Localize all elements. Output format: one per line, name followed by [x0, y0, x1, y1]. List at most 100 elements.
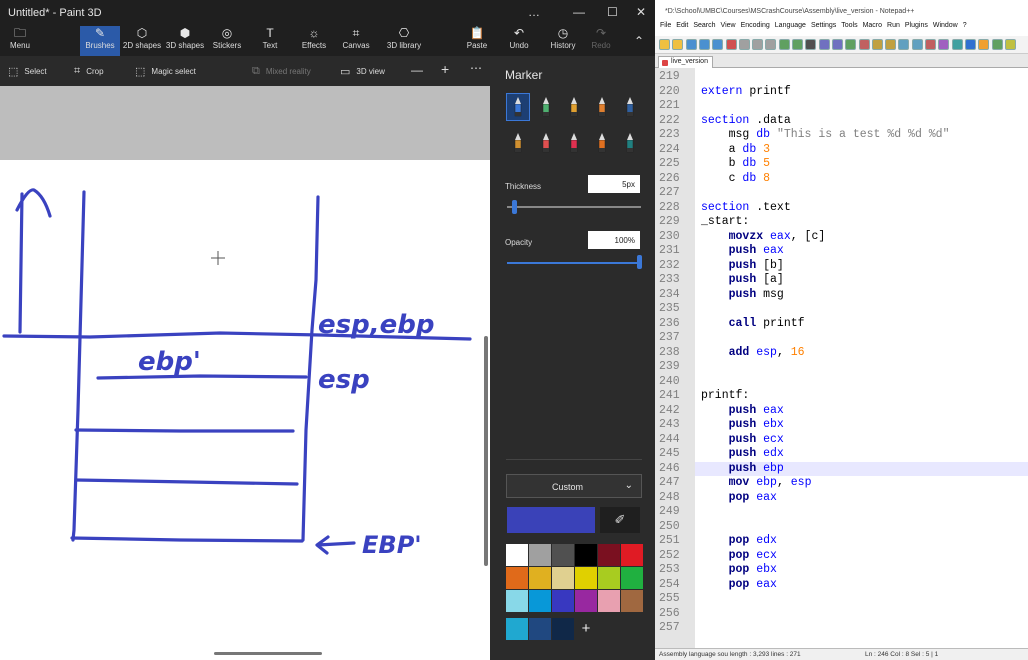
palette-color-swatch[interactable]	[621, 590, 643, 612]
menu-search[interactable]: Search	[693, 22, 715, 29]
npp-toolbar-button[interactable]	[738, 39, 750, 50]
palette-color-swatch[interactable]	[506, 567, 528, 589]
npp-toolbar-button[interactable]	[818, 39, 830, 50]
palette-color-swatch[interactable]	[529, 544, 551, 566]
minimize-button[interactable]: —	[573, 5, 585, 19]
pixel-pen-icon[interactable]	[618, 93, 642, 121]
code-line[interactable]: printf:	[701, 389, 749, 404]
zoom-out-button[interactable]: —	[411, 63, 423, 77]
npp-toolbar-button[interactable]	[672, 39, 684, 50]
palette-color-swatch[interactable]	[598, 567, 620, 589]
code-line[interactable]: push [a]	[701, 273, 784, 288]
npp-toolbar-button[interactable]	[938, 39, 950, 50]
ribbon-menu-button[interactable]: 🗀 Menu	[4, 26, 36, 56]
file-tab[interactable]: live_version	[658, 56, 713, 68]
menu-edit[interactable]: Edit	[676, 22, 688, 29]
npp-toolbar-button[interactable]	[898, 39, 910, 50]
menu-settings[interactable]: Settings	[811, 22, 836, 29]
npp-toolbar-button[interactable]	[725, 39, 737, 50]
palette-color-swatch[interactable]	[529, 567, 551, 589]
npp-toolbar-button[interactable]	[885, 39, 897, 50]
calligraphy-pen-icon[interactable]	[534, 93, 558, 121]
more-options-button[interactable]: ⋯	[470, 61, 482, 75]
palette-color-swatch[interactable]	[575, 544, 597, 566]
code-line[interactable]: pop ebx	[701, 563, 777, 578]
code-line[interactable]: extern printf	[701, 85, 791, 100]
npp-toolbar-button[interactable]	[1004, 39, 1016, 50]
code-line[interactable]: push edx	[701, 447, 784, 462]
npp-toolbar-button[interactable]	[925, 39, 936, 50]
npp-toolbar-button[interactable]	[712, 39, 724, 50]
3d-view-button[interactable]: ▭ 3D view	[340, 65, 385, 78]
palette-color-swatch[interactable]	[621, 567, 643, 589]
more-icon[interactable]: …	[528, 5, 540, 19]
ribbon-redo-button[interactable]: ↷ Redo	[585, 26, 617, 56]
npp-toolbar-button[interactable]	[951, 39, 963, 50]
npp-toolbar-button[interactable]	[911, 39, 923, 50]
code-line[interactable]: push ebp	[695, 461, 1028, 476]
add-color-button[interactable]: +	[575, 618, 597, 640]
code-line[interactable]: push ebx	[701, 418, 784, 433]
npp-toolbar-button[interactable]	[698, 39, 710, 50]
recent-color-swatch[interactable]	[506, 618, 528, 640]
magic-select-tool[interactable]: ⬚ Magic select	[135, 65, 196, 78]
palette-color-swatch[interactable]	[575, 590, 597, 612]
maximize-button[interactable]: ☐	[607, 5, 618, 19]
crayon-icon[interactable]	[562, 129, 586, 157]
code-line[interactable]: a db 3	[701, 143, 770, 158]
code-line[interactable]: movzx eax, [c]	[701, 230, 826, 245]
code-line[interactable]: push eax	[701, 244, 784, 259]
code-editor[interactable]: 219 220 221 222 223 224 225 226 227 228 229 230 231 2…	[655, 68, 1028, 648]
npp-toolbar-button[interactable]	[765, 39, 777, 50]
eraser-icon[interactable]	[534, 129, 558, 157]
code-line[interactable]: pop eax	[701, 491, 777, 506]
ribbon-undo-button[interactable]: ↶ Undo	[503, 26, 535, 56]
code-line[interactable]: section .data	[701, 114, 791, 129]
palette-color-swatch[interactable]	[552, 590, 574, 612]
palette-color-swatch[interactable]	[598, 590, 620, 612]
ribbon-brushes-button[interactable]: ✎ Brushes	[80, 26, 120, 56]
ribbon-effects-button[interactable]: ☼ Effects	[296, 26, 332, 56]
npp-toolbar-button[interactable]	[991, 39, 1003, 50]
npp-toolbar-button[interactable]	[778, 39, 790, 50]
code-line[interactable]: push ecx	[701, 433, 784, 448]
npp-toolbar-button[interactable]	[978, 39, 990, 50]
spray-can-icon[interactable]	[590, 129, 614, 157]
opacity-input[interactable]: 100%	[588, 231, 640, 249]
npp-toolbar-button[interactable]	[871, 39, 883, 50]
menu-macro[interactable]: Macro	[863, 22, 882, 29]
marker-brush-icon[interactable]	[506, 93, 530, 121]
mixed-reality-button[interactable]: ⧉ Mixed reality	[252, 65, 311, 78]
drawing-canvas[interactable]: esp,ebp ebp' esp EBP'	[0, 160, 490, 660]
palette-color-swatch[interactable]	[575, 567, 597, 589]
fill-icon[interactable]	[618, 129, 642, 157]
menu-language[interactable]: Language	[775, 22, 806, 29]
ribbon-stickers-button[interactable]: ◎ Stickers	[207, 26, 247, 56]
menu-tools[interactable]: Tools	[841, 22, 857, 29]
code-line[interactable]: section .text	[701, 201, 791, 216]
menu-window[interactable]: Window	[933, 22, 958, 29]
eyedropper-button[interactable]: ✐	[600, 507, 640, 533]
menu-plugins[interactable]: Plugins	[905, 22, 928, 29]
code-line[interactable]: msg db "This is a test %d %d %d"	[701, 128, 950, 143]
palette-color-swatch[interactable]	[598, 544, 620, 566]
palette-color-swatch[interactable]	[621, 544, 643, 566]
palette-color-swatch[interactable]	[552, 544, 574, 566]
watercolor-icon[interactable]	[590, 93, 614, 121]
palette-color-swatch[interactable]	[529, 590, 551, 612]
code-line[interactable]: _start:	[701, 215, 749, 230]
ribbon-2d-shapes-button[interactable]: ⬡ 2D shapes	[122, 26, 162, 56]
code-line[interactable]: pop eax	[701, 578, 777, 593]
code-line[interactable]: push eax	[701, 404, 784, 419]
color-mode-dropdown[interactable]: Custom ⌄	[506, 474, 642, 498]
recent-color-swatch[interactable]	[552, 618, 574, 640]
ribbon-3d-library-button[interactable]: ⎔ 3D library	[382, 26, 426, 56]
menu-run[interactable]: Run	[887, 22, 900, 29]
select-tool[interactable]: ⬚ Select	[8, 65, 47, 78]
npp-toolbar-button[interactable]	[659, 39, 670, 50]
code-line[interactable]: mov ebp, esp	[701, 476, 812, 491]
current-color-swatch[interactable]	[507, 507, 595, 533]
menu-?[interactable]: ?	[963, 22, 967, 29]
thickness-input[interactable]: 5px	[588, 175, 640, 193]
crop-tool[interactable]: ⌗ Crop	[74, 65, 104, 78]
